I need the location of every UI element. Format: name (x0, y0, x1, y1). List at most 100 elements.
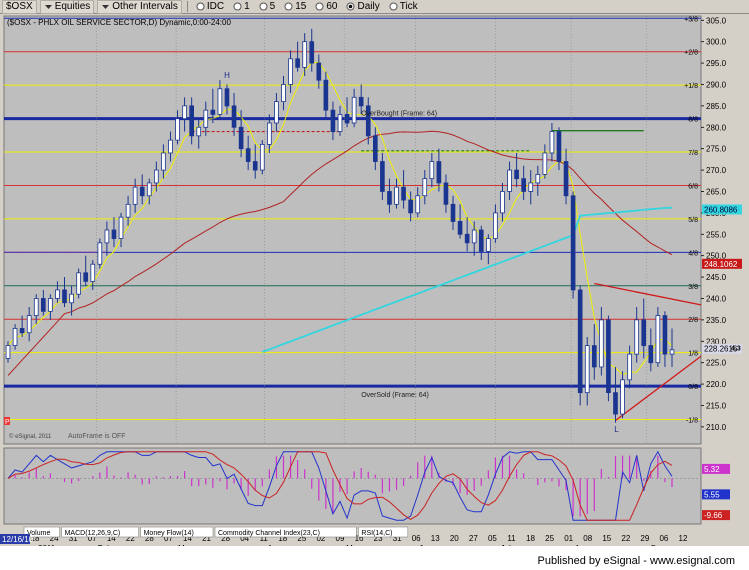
macd-value-label: -9.66 (704, 511, 723, 520)
candle-body (394, 186, 399, 205)
candle-body (5, 345, 11, 359)
candle-body (507, 169, 512, 192)
chart-area[interactable]: +3/8 +2/8 +1/8 8/8 7/8 6/8 5/8 4/8 3/8 2/8 1/8 0/8 -… (0, 14, 749, 553)
level-label: +3/8 (684, 16, 698, 23)
candle-body (563, 161, 569, 197)
y-tick-label: 285.0 (706, 102, 727, 111)
candle-body (288, 58, 293, 85)
date-badge: 12/16/10 (2, 535, 34, 544)
candle-body (97, 242, 103, 265)
candle-body (591, 345, 597, 368)
y-tick-label: 265.0 (706, 187, 727, 196)
cyan-ma-price-label: 260.8086 (704, 205, 738, 214)
candle-body (217, 88, 223, 115)
candle-body (33, 298, 39, 317)
interval-daily-label: Daily (357, 1, 380, 12)
macd-pane (3, 447, 702, 525)
level-label: +1/8 (684, 83, 698, 90)
y-tick-label: 225.0 (706, 359, 727, 368)
interval-60-label: 60 (326, 1, 338, 12)
candle-body (599, 319, 604, 368)
pane-tab-label: Money Flow(14) (144, 530, 194, 537)
candle-body (535, 173, 541, 184)
other-intervals-button[interactable]: Other Intervals (97, 0, 182, 14)
interval-15-radio[interactable]: 15 (281, 1, 309, 13)
candle-body (648, 345, 654, 364)
candle-body (330, 109, 336, 132)
candle-body (627, 353, 632, 381)
x-tick-label: 15 (602, 534, 611, 543)
y-tick-label: 255.0 (706, 230, 727, 239)
equities-button[interactable]: Equities (39, 0, 95, 14)
candle-body (372, 135, 378, 162)
candle-body (231, 105, 237, 128)
level-label: +2/8 (684, 50, 698, 57)
interval-5-label: 5 (269, 1, 276, 12)
pane-tab-label: Commodity Channel Index(23,C) (218, 530, 320, 537)
candle-body (429, 161, 435, 180)
x-tick-label: 01 (564, 534, 573, 543)
candle-body (125, 203, 131, 218)
candle-body (464, 233, 470, 244)
candle-body (655, 315, 661, 364)
radio-icon (284, 2, 293, 11)
y-tick-label: 240.0 (706, 294, 727, 303)
y-tick-label: 235.0 (706, 316, 727, 325)
x-tick-label: 13 (431, 534, 440, 543)
y-tick-label: 295.0 (706, 59, 727, 68)
candle-body (203, 109, 209, 128)
x-tick-label: 29 (640, 534, 649, 543)
interval-tick-label: Tick (399, 1, 418, 12)
interval-tick-radio[interactable]: Tick (386, 1, 421, 13)
candle-body (182, 105, 187, 120)
radio-icon (233, 2, 242, 11)
candle-body (161, 152, 166, 171)
candle-body (189, 105, 194, 137)
interval-60-radio[interactable]: 60 (312, 1, 340, 13)
radio-icon (259, 2, 268, 11)
candle-body (323, 79, 329, 111)
pane-tab-label: MACD(12,26,9,C) (65, 530, 121, 537)
candle-body (12, 328, 18, 346)
x-tick-label: 27 (469, 534, 478, 543)
candle-body (259, 143, 265, 171)
other-intervals-label: Other Intervals (112, 1, 178, 12)
low-marker: L (614, 425, 619, 434)
candle-body (48, 298, 53, 312)
candle-body (196, 126, 202, 137)
level-label: 0/8 (688, 384, 698, 391)
candle-body (556, 131, 562, 162)
interval-5-radio[interactable]: 5 (256, 1, 279, 13)
interval-1-radio[interactable]: 1 (230, 1, 253, 13)
radio-icon (196, 2, 205, 11)
candle-body (478, 229, 484, 252)
radio-icon (389, 2, 398, 11)
candle-body (422, 178, 428, 197)
candle-body (514, 169, 519, 180)
candle-body (436, 161, 442, 184)
x-tick-label: 06 (659, 534, 668, 543)
interval-idc-radio[interactable]: IDC (193, 1, 227, 13)
price-chart[interactable]: +3/8 +2/8 +1/8 8/8 7/8 6/8 5/8 4/8 3/8 2/8 1/8 0/8 -… (0, 14, 749, 553)
candle-body (69, 293, 74, 304)
candle-body (493, 212, 498, 239)
candle-body (281, 84, 286, 103)
symbol-button[interactable]: $OSX (2, 0, 37, 14)
y-tick-label: 275.0 (706, 145, 727, 154)
x-tick-label: 08 (583, 534, 592, 543)
chevron-down-icon (44, 5, 52, 9)
symbol-label: $OSX (6, 1, 33, 12)
candle-body (613, 392, 618, 415)
interval-daily-radio[interactable]: Daily (343, 1, 382, 13)
price-axis (703, 16, 749, 524)
footer-bar: Published by eSignal - www.esignal.com (0, 546, 749, 570)
candle-body (380, 161, 385, 192)
candle-body (55, 289, 60, 299)
equities-label: Equities (54, 1, 91, 12)
x-tick-label: 06 (412, 534, 421, 543)
candle-body (118, 216, 124, 239)
y-tick-label: 220.0 (706, 380, 727, 389)
level-label: 7/8 (688, 150, 698, 157)
candle-body (19, 328, 25, 334)
chart-toolbar: $OSX Equities Other Intervals IDC 1 5 15… (0, 0, 749, 14)
